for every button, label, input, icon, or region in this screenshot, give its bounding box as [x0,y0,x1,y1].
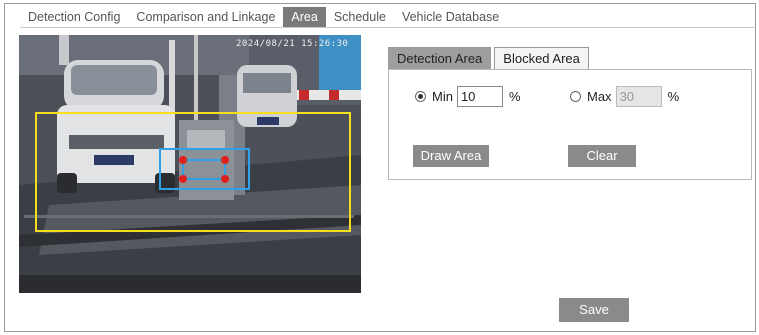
min-label: Min [432,89,453,104]
max-radio[interactable] [570,91,581,102]
tab-schedule[interactable]: Schedule [326,7,394,27]
clear-button[interactable]: Clear [568,145,636,167]
max-label: Max [587,89,612,104]
tab-area[interactable]: Area [283,7,326,27]
resize-handle-bottom-left[interactable] [179,175,187,183]
resize-handle-bottom-right[interactable] [221,175,229,183]
tab-detection-area[interactable]: Detection Area [388,47,492,70]
tab-blocked-area[interactable]: Blocked Area [494,47,589,70]
min-unit: % [508,89,521,104]
area-settings-panel: Min % Max % Draw Area Clear [388,69,752,180]
timestamp-osd: 2024/08/21 15:26:30 [236,39,349,49]
area-tab-bar: Detection Area Blocked Area [388,47,589,70]
min-radio[interactable] [415,91,426,102]
main-tab-bar: Detection Config Comparison and Linkage … [20,7,507,27]
save-button[interactable]: Save [559,298,629,322]
max-unit: % [667,89,680,104]
tab-vehicle-database[interactable]: Vehicle Database [394,7,507,27]
tab-detection-config[interactable]: Detection Config [20,7,128,27]
max-size-row: Max % [570,86,679,107]
tab-divider [20,27,756,28]
resize-handle-top-right[interactable] [221,156,229,164]
area-selection-box[interactable] [179,156,229,183]
tab-comparison-linkage[interactable]: Comparison and Linkage [128,7,283,27]
draw-area-button[interactable]: Draw Area [413,145,489,167]
min-size-input[interactable] [456,86,503,107]
min-size-row: Min % [415,86,521,107]
resize-handle-top-left[interactable] [179,156,187,164]
max-size-input[interactable] [615,86,662,107]
camera-preview[interactable]: 2024/08/21 15:26:30 [19,35,361,293]
